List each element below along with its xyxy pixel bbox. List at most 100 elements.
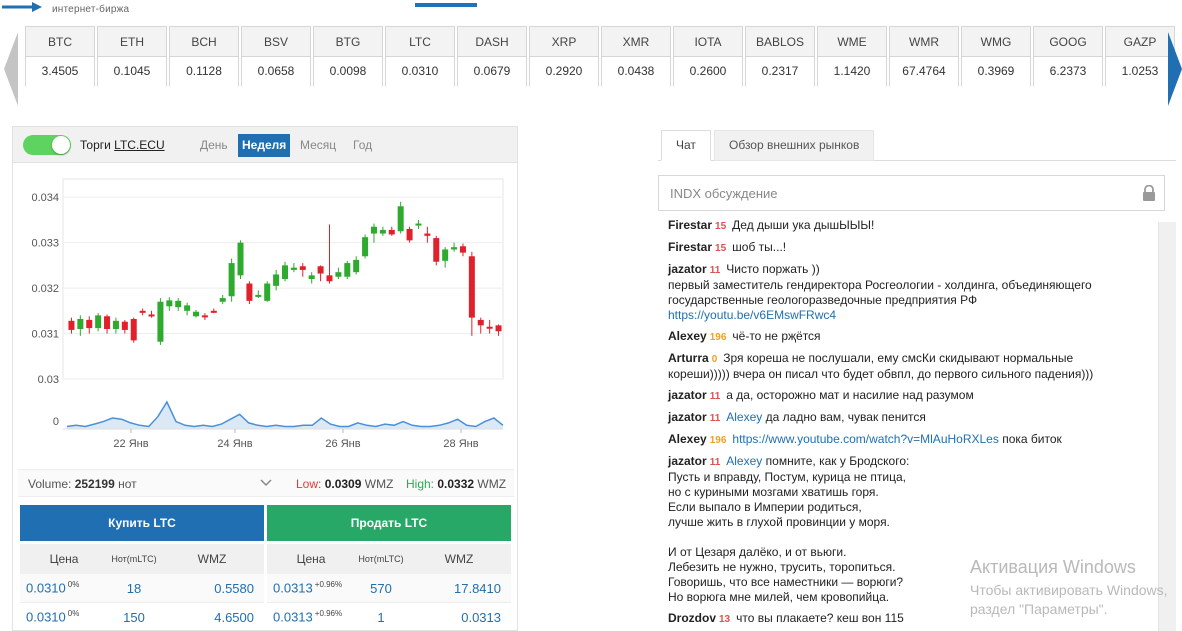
order-row[interactable]: 0.0310 0% 150 4.6500 <box>20 603 264 631</box>
candle-body <box>451 247 458 250</box>
chat-message: Firestar 15 Дед дыши ука дышЫЫЫ! <box>668 218 1151 234</box>
candle-body <box>415 223 422 226</box>
volume-info: Volume: 252199 нот <box>28 477 137 491</box>
volume-zero-label: 0 <box>53 416 59 428</box>
col-total: WMZ <box>444 552 474 566</box>
candle-body <box>166 300 173 307</box>
ticker-bch[interactable]: BCH 0.1128 <box>169 26 239 86</box>
low-unit: WMZ <box>364 477 394 491</box>
tab-market-review[interactable]: Обзор внешних рынков <box>714 130 875 161</box>
ticker-gazp[interactable]: GAZP 1.0253 <box>1105 26 1175 86</box>
chat-nick[interactable]: jazator <box>668 454 707 468</box>
chat-nick[interactable]: Firestar <box>668 240 712 254</box>
chat-nick[interactable]: Arturra <box>668 351 709 365</box>
chart-x-tick-label: 28 Янв <box>443 438 478 450</box>
ticker-symbol: WMR <box>890 27 958 57</box>
chat-nick[interactable]: jazator <box>668 262 707 276</box>
scroll-left-icon[interactable] <box>4 32 18 106</box>
sell-button[interactable]: Продать LTC <box>267 505 511 541</box>
col-total: WMZ <box>197 552 227 566</box>
period-year[interactable]: Год <box>349 134 376 157</box>
candle-body <box>210 310 217 313</box>
order-row[interactable]: 0.0313 +0.96% 1 0.0313 <box>267 603 511 631</box>
chat-level-badge: 11 <box>709 457 721 468</box>
chat-level-badge: 11 <box>709 413 721 424</box>
chat-mention[interactable]: Alexey <box>726 454 762 468</box>
ticker-btc[interactable]: BTC 3.4505 <box>25 26 95 86</box>
ticker-symbol: GAZP <box>1106 27 1174 57</box>
candle-body <box>228 263 235 297</box>
chart-y-tick-label: 0.03 <box>38 374 59 386</box>
logo[interactable]: интернет-биржа <box>0 0 200 22</box>
candle-body <box>121 321 128 330</box>
ticker-goog[interactable]: GOOG 6.2373 <box>1033 26 1103 86</box>
orderbook-header: Цена Нот(mLTC) WMZ <box>267 544 511 574</box>
low-info: Low: 0.0309 WMZ <box>296 477 393 491</box>
ticker-value: 0.0310 <box>386 57 454 86</box>
ticker-xrp[interactable]: XRP 0.2920 <box>529 26 599 86</box>
period-day[interactable]: День <box>196 134 232 157</box>
chevron-down-icon[interactable] <box>260 478 272 488</box>
sell-orderbook: Цена Нот(mLTC) WMZ 0.0313 +0.96% 570 17.841… <box>267 544 511 631</box>
trading-toggle[interactable] <box>23 135 71 155</box>
chat-text: Зря кореша не послушали, ему смсКи скиды… <box>668 351 1094 381</box>
volume-line <box>66 400 504 428</box>
ticker-iota[interactable]: IOTA 0.2600 <box>673 26 743 86</box>
ticker-wmg[interactable]: WMG 0.3969 <box>961 26 1031 86</box>
candle-body <box>104 316 111 329</box>
scroll-right-icon[interactable] <box>1168 32 1182 106</box>
chat-message: jazator 11 Чисто поржать )) первый замести… <box>668 262 1151 323</box>
chat-nick[interactable]: jazator <box>668 388 707 402</box>
chat-link[interactable]: https://www.youtube.com/watch?v=MlAuHoRX… <box>732 432 998 446</box>
ticker-btg[interactable]: BTG 0.0098 <box>313 26 383 86</box>
watermark-line-2: Чтобы активировать Windows, <box>970 582 1168 598</box>
ticker-bablos[interactable]: BABLOS 0.2317 <box>745 26 815 86</box>
price-chart[interactable]: 0.034 0.033 0.032 0.031 0.03 0 22 Янв 24 Янв 26 … <box>13 163 517 463</box>
ticker-bsv[interactable]: BSV 0.0658 <box>241 26 311 86</box>
chat-nick[interactable]: jazator <box>668 410 707 424</box>
ticker-ltc[interactable]: LTC 0.0310 <box>385 26 455 86</box>
ticker-xmr[interactable]: XMR 0.0438 <box>601 26 671 86</box>
ticker-value: 0.0098 <box>314 57 382 86</box>
chat-message: Firestar 15 шоб ты...! <box>668 240 1151 256</box>
buy-button[interactable]: Купить LTC <box>20 505 264 541</box>
ticker-eth[interactable]: ETH 0.1045 <box>97 26 167 86</box>
ticker-wme[interactable]: WME 1.1420 <box>817 26 887 86</box>
candle-body <box>290 267 297 270</box>
trade-pair-link[interactable]: LTC.ECU <box>114 138 164 152</box>
chat-text: шоб ты...! <box>732 240 787 254</box>
order-amount: 570 <box>370 580 392 596</box>
candle-body <box>406 229 413 241</box>
ticker-symbol: IOTA <box>674 27 742 57</box>
candle-body <box>219 298 226 302</box>
col-amount: Нот(mLTC) <box>111 554 157 564</box>
ticker-wmr[interactable]: WMR 67.4764 <box>889 26 959 86</box>
chat-nick[interactable]: Firestar <box>668 218 712 232</box>
chat-message: Alexey 196 чё-то не рҗётся <box>668 329 1151 345</box>
col-price: Цена <box>49 552 79 566</box>
tab-chat[interactable]: Чат <box>661 130 711 161</box>
chat-nick[interactable]: Alexey <box>668 329 707 343</box>
chart-x-tick-label: 24 Янв <box>217 438 252 450</box>
chat-mention[interactable]: Alexey <box>726 410 762 424</box>
chat-text: а да, осторожно мат и насилие над разумо… <box>726 388 974 402</box>
order-row[interactable]: 0.0313 +0.96% 570 17.8410 <box>267 574 511 603</box>
ticker-dash[interactable]: DASH 0.0679 <box>457 26 527 86</box>
chat-nick[interactable]: Alexey <box>668 432 707 446</box>
chat-text: да ладно вам, чувак пенится <box>765 410 926 424</box>
buy-order-rows: 0.0310 0% 18 0.5580 0.0310 0% 150 4.6500 <box>20 574 264 631</box>
ticker-symbol: BSV <box>242 27 310 57</box>
volume-row: Volume: 252199 нот Low: 0.0309 WMZ High:… <box>18 469 514 497</box>
ticker-symbol: XMR <box>602 27 670 57</box>
order-total: 17.8410 <box>454 580 501 596</box>
order-row[interactable]: 0.0310 0% 18 0.5580 <box>20 574 264 603</box>
period-month[interactable]: Месяц <box>296 134 340 157</box>
candle-body <box>175 300 182 308</box>
chat-link[interactable]: https://youtu.be/v6EMswFRwc4 <box>668 308 836 322</box>
chat-nick[interactable]: Drozdov <box>668 611 716 625</box>
candle-body <box>299 266 306 270</box>
order-amount: 1 <box>377 609 385 625</box>
chat-input[interactable]: INDX обсуждение <box>658 175 1165 211</box>
period-week[interactable]: Неделя <box>238 134 291 157</box>
candle-body <box>424 233 431 236</box>
